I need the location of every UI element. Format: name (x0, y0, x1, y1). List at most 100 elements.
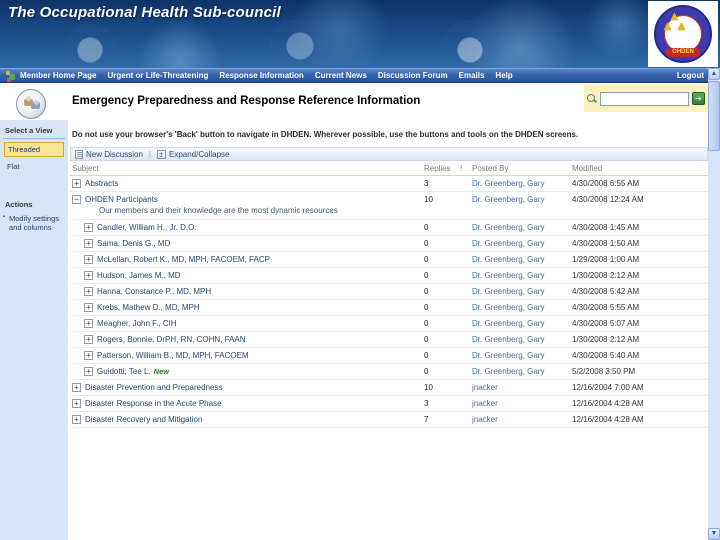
subject-cell: + Disaster Response in the Acute Phase (70, 399, 422, 408)
expand-icon[interactable]: + (72, 415, 81, 424)
posted-by-link[interactable]: Dr. Greenberg, Gary (470, 239, 570, 248)
posted-by-link[interactable]: Dr. Greenberg, Gary (470, 367, 570, 376)
col-header-icon[interactable]: ! (458, 164, 470, 173)
posted-by-link[interactable]: Dr. Greenberg, Gary (470, 223, 570, 232)
nav-item-urgent-or-life-threatening[interactable]: Urgent or Life-Threatening (107, 71, 208, 80)
view-threaded[interactable]: Threaded (4, 142, 64, 157)
modified-cell: 4/30/2008 1:50 AM (572, 239, 640, 248)
subject-link[interactable]: Sama, Denis G., MD (97, 239, 170, 248)
subject-cell: + Krebs, Mathew D., MD, MPH (70, 303, 422, 312)
replies-cell: 0 (424, 303, 429, 312)
new-discussion-button[interactable]: New Discussion (75, 149, 143, 159)
table-row: + Abstracts 3 Dr. Greenberg, Gary 4/30/2008 … (70, 176, 708, 192)
collapse-icon[interactable]: − (72, 195, 81, 204)
modify-settings-link[interactable]: Modify settings and columns (3, 212, 65, 233)
subject-cell: + Disaster Recovery and Mitigation (70, 415, 422, 424)
col-header-modified[interactable]: Modified (570, 164, 708, 173)
posted-by-link[interactable]: Dr. Greenberg, Gary (470, 195, 570, 204)
logout-link[interactable]: Logout (677, 71, 704, 80)
expand-icon[interactable]: + (84, 303, 93, 312)
subject-link[interactable]: Krebs, Mathew D., MD, MPH (97, 303, 200, 312)
col-header-subject[interactable]: Subject (70, 164, 422, 173)
expand-icon[interactable]: + (84, 287, 93, 296)
modified-cell: 4/30/2008 5:40 AM (572, 351, 640, 360)
expand-icon[interactable]: + (84, 223, 93, 232)
nav-item-emails[interactable]: Emails (459, 71, 485, 80)
posted-by-link[interactable]: Dr. Greenberg, Gary (470, 271, 570, 280)
expand-icon[interactable]: + (84, 335, 93, 344)
search-input[interactable] (600, 91, 689, 106)
table-row: + Krebs, Mathew D., MD, MPH 0 Dr. Greenberg… (70, 300, 708, 316)
table-row: + Disaster Recovery and Mitigation 7 jnacke… (70, 412, 708, 428)
table-row: + Disaster Prevention and Preparedness 10 j… (70, 380, 708, 396)
expand-icon[interactable]: + (84, 319, 93, 328)
nav-item-current-news[interactable]: Current News (315, 71, 367, 80)
subject-link[interactable]: Rogers, Bonnie, DrPH, RN, COHN, FAAN (97, 335, 245, 344)
table-row: + Disaster Response in the Acute Phase 3 jn… (70, 396, 708, 412)
modified-cell: 4/30/2008 5:07 AM (572, 319, 640, 328)
subject-link[interactable]: Hudson, James M., MD (97, 271, 181, 280)
expand-icon[interactable]: + (72, 179, 81, 188)
col-header-posted-by[interactable]: Posted By (470, 164, 570, 173)
actions-header: Actions (5, 200, 33, 209)
posted-by-link[interactable]: Dr. Greenberg, Gary (470, 335, 570, 344)
subject-link[interactable]: McLellan, Robert K., MD, MPH, FACOEM, FA… (97, 255, 270, 264)
expand-icon[interactable]: + (84, 255, 93, 264)
subject-link[interactable]: Abstracts (85, 179, 118, 188)
main-navbar: Member Home Page Urgent or Life-Threateni… (0, 68, 720, 83)
subject-link[interactable]: Hanna, Constance P., MD, MPH (97, 287, 211, 296)
posted-by-link[interactable]: Dr. Greenberg, Gary (470, 255, 570, 264)
table-row: + McLellan, Robert K., MD, MPH, FACOEM, F… (70, 252, 708, 268)
expand-icon[interactable]: + (84, 271, 93, 280)
nav-item-member-home-page[interactable]: Member Home Page (20, 71, 96, 80)
replies-cell: 0 (424, 223, 429, 232)
subject-link[interactable]: Candler, William H., Jr. D.O. (97, 223, 197, 232)
posted-by-link[interactable]: Dr. Greenberg, Gary (470, 319, 570, 328)
subject-link[interactable]: Patterson, William B., MD, MPH, FACOEM (97, 351, 249, 360)
posted-by-link[interactable]: Dr. Greenberg, Gary (470, 287, 570, 296)
expand-icon[interactable]: + (72, 399, 81, 408)
nav-item-response-information[interactable]: Response Information (219, 71, 303, 80)
posted-by-link[interactable]: Dr. Greenberg, Gary (470, 351, 570, 360)
subject-link[interactable]: Disaster Prevention and Preparedness (85, 383, 222, 392)
posted-by-link[interactable]: jnacker (470, 415, 570, 424)
scrollbar-thumb[interactable] (708, 81, 720, 151)
posted-by-link[interactable]: jnacker (470, 399, 570, 408)
expand-icon[interactable]: + (84, 367, 93, 376)
table-row: + Candler, William H., Jr. D.O. 0 Dr. Green… (70, 220, 708, 236)
nav-item-discussion-forum[interactable]: Discussion Forum (378, 71, 448, 80)
toolbar-separator: | (148, 149, 151, 159)
expand-icon[interactable]: + (84, 239, 93, 248)
subject-cell: + Rogers, Bonnie, DrPH, RN, COHN, FAAN (70, 335, 422, 344)
modified-cell: 4/30/2008 5:42 AM (572, 287, 640, 296)
expand-collapse-icon (156, 149, 166, 159)
subject-link[interactable]: Disaster Recovery and Mitigation (85, 415, 202, 424)
vertical-scrollbar[interactable]: ▲ ▼ (708, 68, 720, 540)
view-flat[interactable]: Flat (3, 159, 65, 174)
ohden-logo: ▲ ▲ ▲ OHDEN (648, 1, 718, 67)
col-header-replies[interactable]: Replies (422, 164, 458, 173)
subject-cell: − OHDEN Participants Our members and their… (70, 195, 422, 216)
posted-by-link[interactable]: Dr. Greenberg, Gary (470, 179, 570, 188)
subject-cell: + Meagher, John F., CIH (70, 319, 422, 328)
modified-cell: 4/30/2008 12:24 AM (572, 195, 644, 204)
posted-by-link[interactable]: Dr. Greenberg, Gary (470, 303, 570, 312)
list-toolbar: New Discussion | Expand/Collapse (70, 147, 708, 161)
subject-link[interactable]: Disaster Response in the Acute Phase (85, 399, 222, 408)
new-document-icon (75, 149, 83, 159)
expand-icon[interactable]: + (72, 383, 81, 392)
scroll-up-button[interactable]: ▲ (708, 68, 720, 80)
scroll-down-button[interactable]: ▼ (708, 528, 720, 540)
search-go-button[interactable]: ➔ (692, 92, 705, 105)
replies-cell: 0 (424, 319, 429, 328)
expand-icon[interactable]: + (84, 351, 93, 360)
nav-item-help[interactable]: Help (495, 71, 512, 80)
select-view-header: Select a View (3, 124, 65, 139)
subject-link[interactable]: OHDEN Participants (85, 195, 158, 204)
posted-by-link[interactable]: jnacker (470, 383, 570, 392)
subject-link[interactable]: Guidotti, Tee L. (97, 367, 151, 376)
subject-link[interactable]: Meagher, John F., CIH (97, 319, 177, 328)
table-row: + Guidotti, Tee L. New 0 Dr. Greenberg, Gary… (70, 364, 708, 380)
replies-cell: 0 (424, 271, 429, 280)
expand-collapse-button[interactable]: Expand/Collapse (156, 149, 229, 159)
